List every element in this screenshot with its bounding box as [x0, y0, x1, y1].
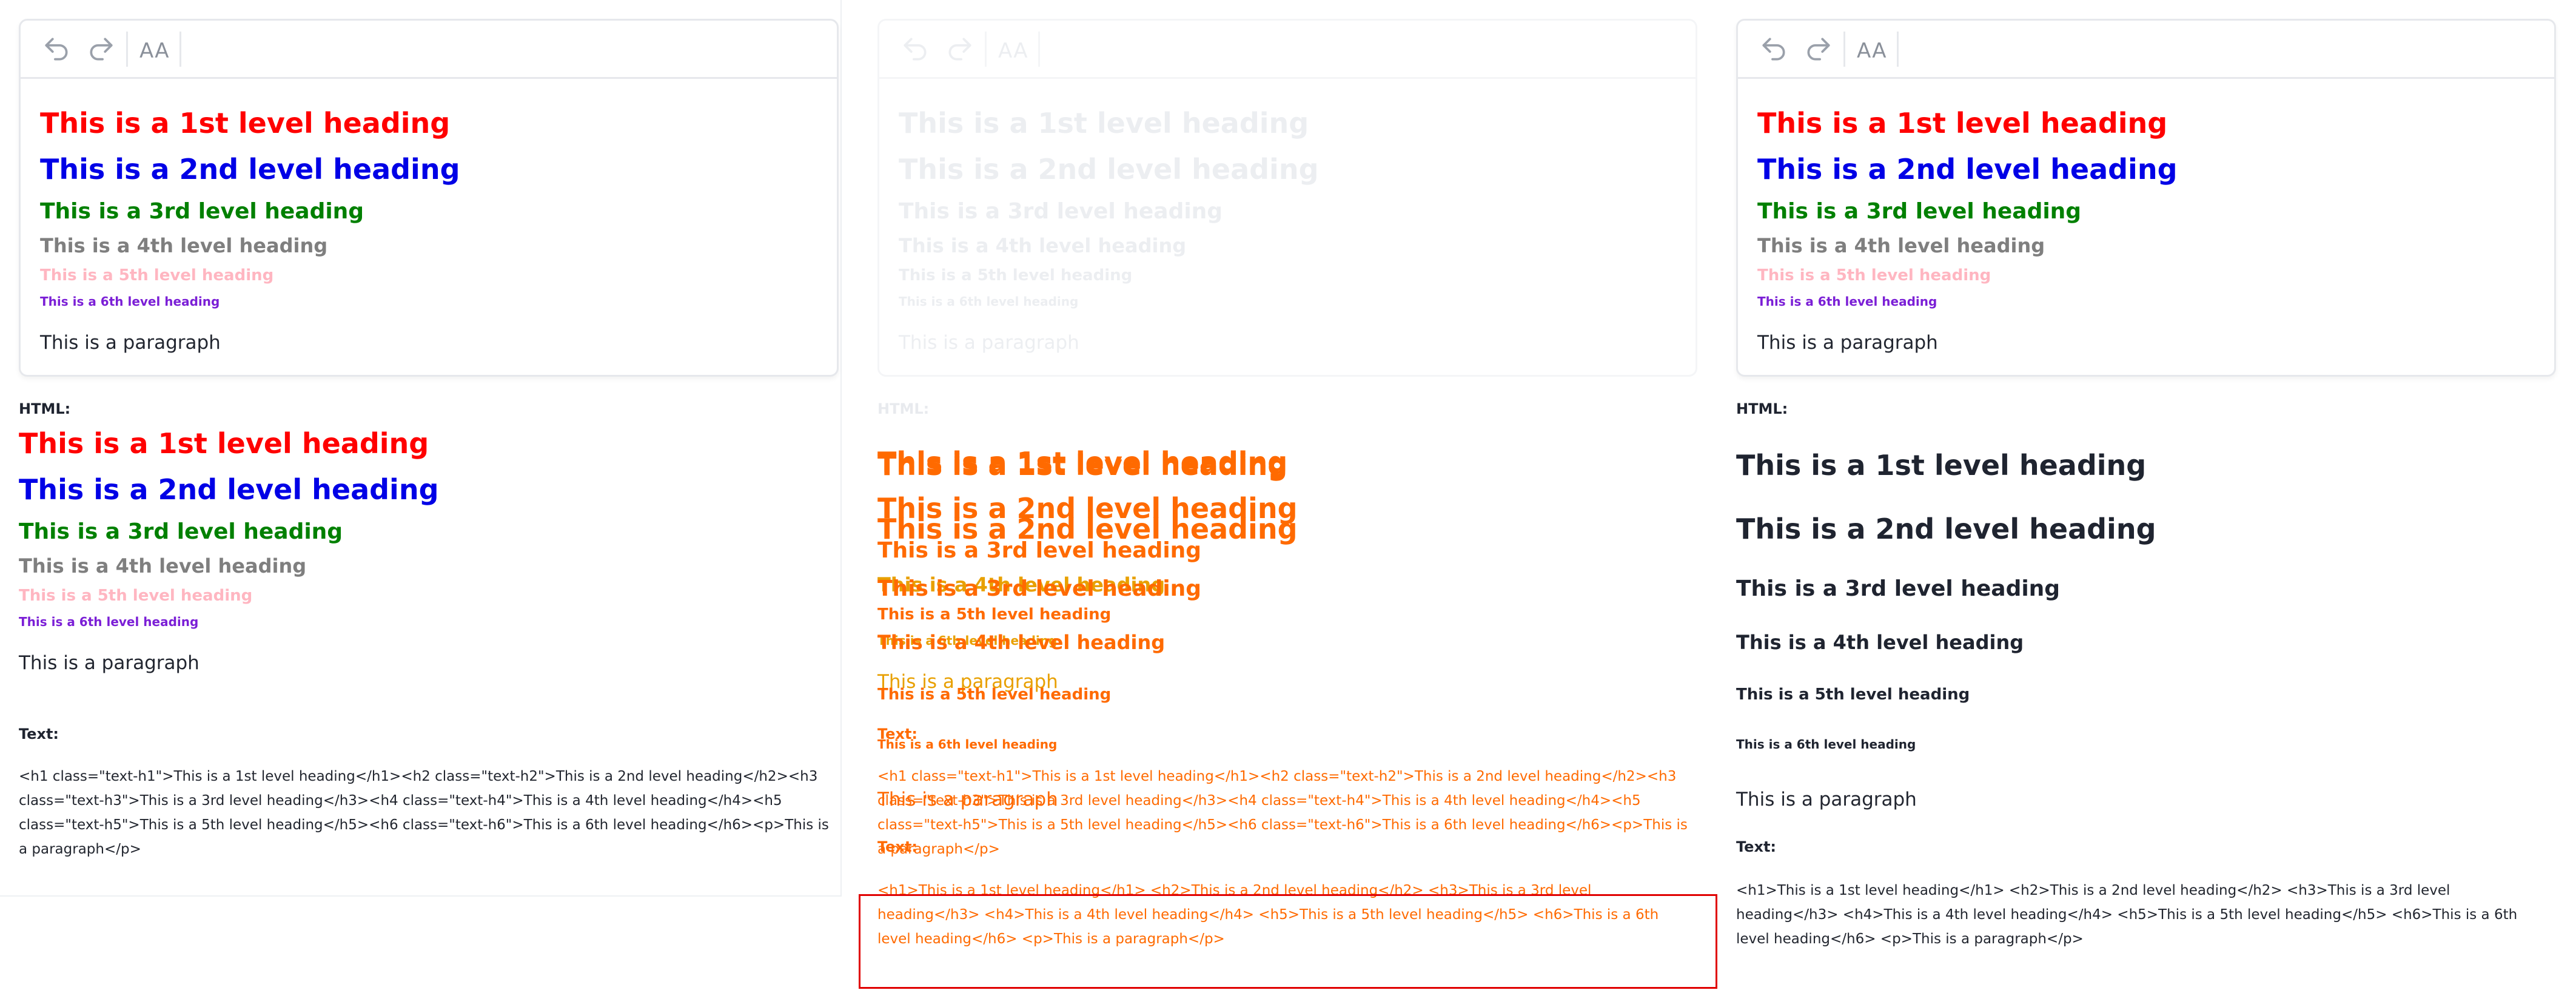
heading-5: This is a 5th level heading [40, 266, 274, 285]
heading-2: This is a 2nd level heading [1736, 513, 2156, 545]
undo-icon[interactable] [900, 34, 930, 64]
diff-overflow-region [859, 894, 1717, 989]
heading-3: This is a 3rd level heading [40, 199, 364, 224]
heading-3: This is a 3rd level heading [899, 199, 1223, 224]
toolbar-divider [1038, 32, 1040, 67]
redo-icon[interactable] [945, 34, 975, 64]
rich-text-editor[interactable]: AA This is a 1st level heading This is a… [1736, 19, 2556, 377]
heading-5: This is a 5th level heading [899, 266, 1133, 285]
font-size-icon[interactable]: AA [1857, 39, 1887, 63]
heading-6: This is a 6th level heading [40, 294, 220, 309]
diff-actual-heading-1: This is a 1st level heading [877, 449, 1288, 482]
toolbar-divider [1843, 32, 1845, 67]
html-label: HTML: [1736, 400, 1788, 417]
toolbar-divider [179, 32, 181, 67]
toolbar-divider [126, 32, 128, 67]
paragraph: This is a paragraph [1736, 789, 1917, 810]
toolbar-divider [1897, 32, 1899, 67]
heading-5: This is a 5th level heading [1757, 266, 1991, 285]
heading-5: This is a 5th level heading [19, 587, 253, 605]
rich-text-editor[interactable]: AA This is a 1st level heading This is a… [877, 19, 1697, 377]
heading-6: This is a 6th level heading [899, 294, 1079, 309]
html-label: HTML: [877, 400, 930, 417]
heading-2: This is a 2nd level heading [1757, 153, 2178, 186]
heading-2: This is a 2nd level heading [19, 473, 439, 506]
diff-actual-heading-6: This is a 6th level heading [877, 737, 1058, 752]
heading-1: This is a 1st level heading [899, 107, 1309, 140]
heading-3: This is a 3rd level heading [1757, 199, 2082, 224]
panel-expected: AA This is a 1st level heading This is a… [0, 0, 842, 990]
heading-6: This is a 6th level heading [1736, 737, 1916, 752]
heading-1: This is a 1st level heading [1757, 107, 2168, 140]
editor-toolbar: AA [21, 21, 837, 79]
font-size-icon[interactable]: AA [139, 39, 169, 63]
heading-4: This is a 4th level heading [1757, 234, 2045, 257]
paragraph: This is a paragraph [40, 332, 221, 354]
rich-text-editor[interactable]: AA This is a 1st level heading This is a… [19, 19, 839, 377]
toolbar-divider [985, 32, 987, 67]
panel-diff: AA This is a 1st level heading This is a… [859, 0, 1717, 990]
redo-icon[interactable] [1803, 34, 1834, 64]
diff-actual-text-label: Text: [877, 838, 918, 855]
paragraph: This is a paragraph [1757, 332, 1938, 354]
heading-2: This is a 2nd level heading [40, 153, 460, 186]
text-label: Text: [1736, 838, 1777, 855]
diff-heading-5: This is a 5th level heading [877, 605, 1112, 624]
heading-3: This is a 3rd level heading [19, 519, 343, 544]
html-source-text: <h1>This is a 1st level heading</h1> <h2… [1736, 883, 2518, 947]
heading-5: This is a 5th level heading [1736, 685, 1970, 704]
heading-6: This is a 6th level heading [1757, 294, 1937, 309]
heading-6: This is a 6th level heading [19, 615, 199, 629]
undo-icon[interactable] [41, 34, 72, 64]
paragraph: This is a paragraph [19, 652, 200, 674]
heading-4: This is a 4th level heading [40, 234, 328, 257]
text-label: Text: [19, 726, 59, 742]
heading-2: This is a 2nd level heading [899, 153, 1319, 186]
paragraph: This is a paragraph [899, 332, 1079, 354]
diff-actual-paragraph: This is a paragraph [877, 789, 1058, 810]
heading-1: This is a 1st level heading [19, 427, 429, 460]
diff-actual-heading-4: This is a 4th level heading [877, 631, 1166, 654]
editor-toolbar: AA [1738, 21, 2554, 79]
heading-1: This is a 1st level heading [1736, 449, 2147, 482]
diff-actual-heading-3: This is a 3rd level heading [877, 576, 1202, 601]
html-source-text: <h1 class="text-h1">This is a 1st level … [19, 769, 829, 857]
diff-actual-heading-2: This is a 2nd level heading [877, 513, 1298, 545]
heading-4: This is a 4th level heading [899, 234, 1187, 257]
panel-actual: AA This is a 1st level heading This is a… [1717, 0, 2558, 990]
html-label: HTML: [19, 400, 71, 417]
redo-icon[interactable] [86, 34, 116, 64]
undo-icon[interactable] [1759, 34, 1789, 64]
heading-4: This is a 4th level heading [1736, 631, 2024, 654]
font-size-icon[interactable]: AA [998, 39, 1028, 63]
heading-1: This is a 1st level heading [40, 107, 451, 140]
diff-html-source-text: <h1 class="text-h1">This is a 1st level … [877, 769, 1688, 857]
heading-4: This is a 4th level heading [19, 554, 307, 578]
diff-actual-heading-5: This is a 5th level heading [877, 685, 1112, 704]
heading-3: This is a 3rd level heading [1736, 576, 2061, 601]
editor-toolbar: AA [879, 21, 1696, 79]
